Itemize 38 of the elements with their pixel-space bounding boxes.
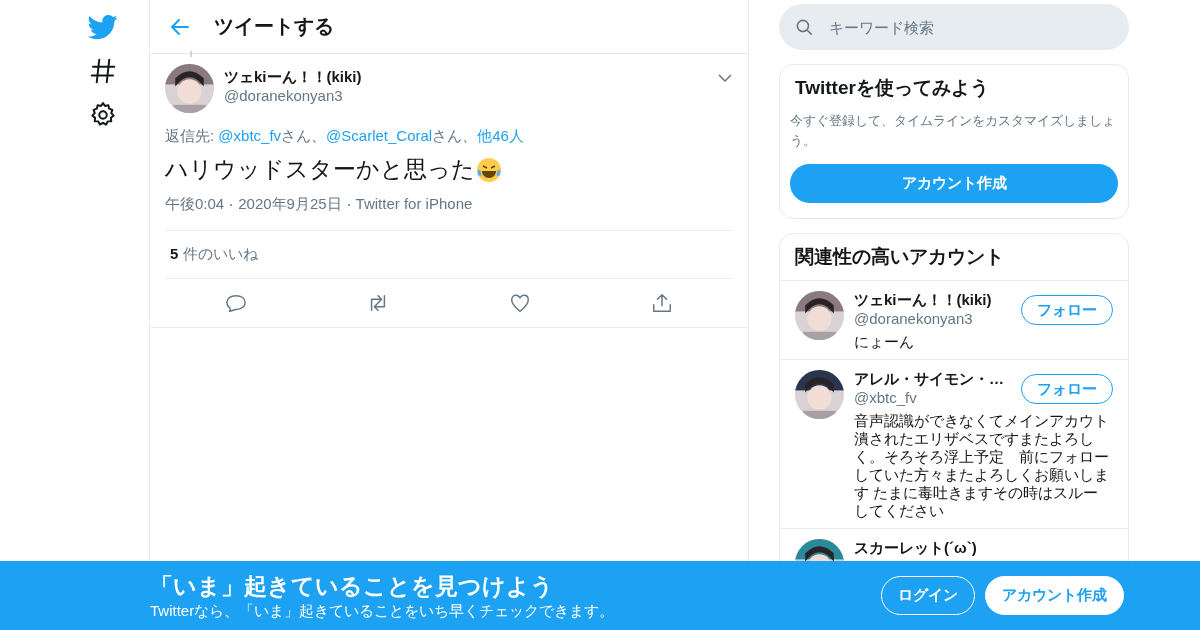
user-name[interactable]: ツェkiーん！！(kiki)	[224, 68, 707, 87]
heart-icon[interactable]	[509, 292, 531, 314]
banner-subtext: Twitterなら、「いま」起きていることをいち早くチェックできます。	[150, 601, 616, 621]
follow-button[interactable]: フォロー	[1021, 374, 1113, 404]
user-name[interactable]: アレル・サイモン・…	[854, 370, 1011, 389]
user-name[interactable]: ツェkiーん！！(kiki)	[854, 291, 1011, 310]
tweet-time[interactable]: 午後0:04	[165, 195, 225, 214]
mention-link[interactable]: 他46人	[477, 127, 524, 144]
login-button[interactable]: ログイン	[881, 576, 975, 615]
card-title: 関連性の高いアカウント	[794, 245, 1005, 269]
tweet-source: Twitter for iPhone	[355, 195, 473, 214]
hashtag-icon[interactable]	[88, 56, 118, 86]
user-handle[interactable]: @doranekonyan3	[224, 87, 707, 104]
search-field[interactable]: キーワード検索	[779, 4, 1129, 50]
user-name[interactable]: スカーレット(´ω`)	[854, 539, 1113, 558]
mention-link[interactable]: @Scarlet_Coral	[326, 127, 433, 144]
tweet-text: ハリウッドスターかと思った	[165, 155, 475, 184]
reply-icon[interactable]	[225, 292, 247, 314]
bird-logo-icon[interactable]	[88, 12, 118, 42]
card-description: 今すぐ登録して、タイムラインをカスタマイズしましょう。	[789, 112, 1116, 150]
sign-up-button[interactable]: アカウント作成	[985, 576, 1124, 615]
laughing-emoji-icon	[475, 155, 503, 184]
banner-headline: 「いま」起きていることを見つけよう	[150, 571, 555, 601]
likes-count[interactable]: 5	[170, 245, 179, 262]
mention-link[interactable]: @xbtc_fv	[218, 127, 282, 144]
user-handle[interactable]: @doranekonyan3	[854, 310, 1011, 327]
user-bio: にょーん	[854, 333, 915, 351]
share-icon[interactable]	[651, 292, 673, 314]
user-handle[interactable]: @xbtc_fv	[854, 389, 1011, 406]
reply-to-text: 返信先: @xbtc_fvさん、@Scarlet_Coralさん、他46人	[165, 127, 525, 146]
user-bio: 音声認識ができなくてメインアカウト潰されたエリザベスですまたよろしく。そろそろ浮上予定 前にフォローしていた方々またよろしくお願いします たまに毒吐きますその時はスルーしてください	[854, 412, 1110, 520]
sign-up-button[interactable]: アカウント作成	[790, 164, 1118, 203]
likes-label[interactable]: 件のいいね	[182, 245, 258, 262]
tweet-date[interactable]: 2020年9月25日	[238, 195, 342, 214]
search-icon	[795, 18, 814, 37]
follow-button[interactable]: フォロー	[1021, 295, 1113, 325]
page-title: ツイートする	[214, 14, 334, 39]
card-title: Twitterを使ってみよう	[794, 76, 990, 100]
